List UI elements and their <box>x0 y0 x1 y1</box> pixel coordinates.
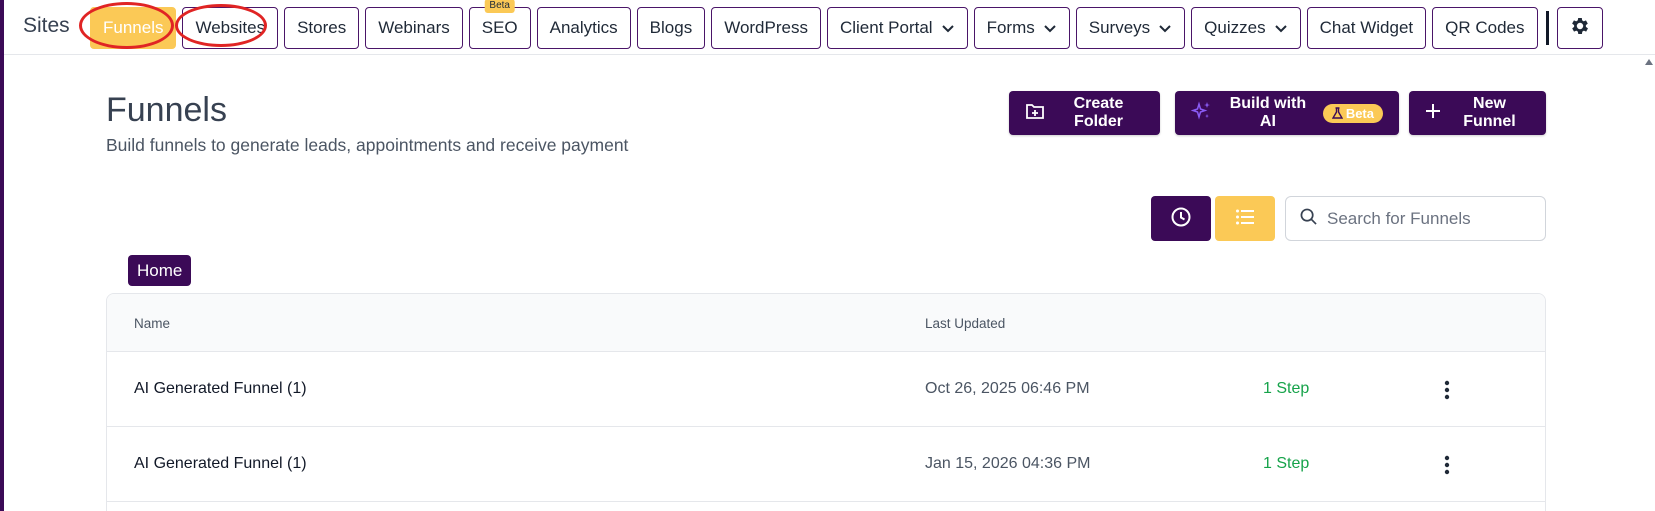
scroll-up-icon[interactable] <box>1645 58 1653 66</box>
list-view-button[interactable] <box>1215 196 1275 241</box>
more-options-button[interactable] <box>1435 451 1459 479</box>
tab-label: WordPress <box>724 18 808 37</box>
tab-websites[interactable]: Websites <box>182 7 279 49</box>
tab-label: Client Portal <box>839 18 933 37</box>
tab-label: Webinars <box>378 18 450 37</box>
sparkles-icon <box>1190 100 1213 127</box>
column-header-last-updated[interactable]: Last Updated <box>925 316 1005 331</box>
tab-label: Funnels <box>103 18 164 37</box>
top-navigation: Sites Funnels Websites Stores Webinars B… <box>4 0 1655 55</box>
tab-blogs[interactable]: Blogs <box>636 7 706 49</box>
tab-label: Websites <box>195 18 266 37</box>
tab-client-portal[interactable]: Client Portal <box>826 7 968 49</box>
tab-quizzes[interactable]: Quizzes <box>1191 7 1301 49</box>
create-folder-label: Create Folder <box>1073 95 1124 130</box>
beta-badge: Beta <box>1322 103 1383 123</box>
tab-surveys[interactable]: Surveys <box>1075 7 1186 49</box>
beta-badge: Beta <box>484 0 515 13</box>
breadcrumb-home[interactable]: Home <box>128 255 192 286</box>
step-count: 1 Step <box>1263 380 1310 397</box>
clock-icon <box>1170 206 1192 231</box>
plus-icon <box>1425 103 1441 124</box>
page-subtitle: Build funnels to generate leads, appoint… <box>106 135 629 155</box>
chevron-down-icon <box>941 21 955 35</box>
kebab-menu-icon <box>1444 455 1450 475</box>
funnel-name[interactable]: AI Generated Funnel (1) <box>134 380 307 398</box>
build-with-ai-label: Build with AI <box>1229 95 1307 130</box>
column-header-name[interactable]: Name <box>134 316 170 331</box>
flask-icon <box>1331 107 1343 119</box>
table-row[interactable]: AI Generated Funnel (1) Jan 15, 2026 04:… <box>107 427 1545 502</box>
tab-analytics[interactable]: Analytics <box>536 7 631 49</box>
chevron-down-icon <box>1274 21 1288 35</box>
tab-label: Surveys <box>1088 18 1151 37</box>
tab-seo[interactable]: Beta SEO <box>468 0 531 49</box>
tab-label: Forms <box>986 18 1035 37</box>
table-row[interactable]: AI Generated Funnel (1) Oct 26, 2025 06:… <box>107 352 1545 427</box>
tab-label: Analytics <box>549 18 618 37</box>
search-input[interactable] <box>1327 208 1527 229</box>
tab-label: Quizzes <box>1204 18 1266 37</box>
step-count: 1 Step <box>1263 455 1310 472</box>
last-updated: Jan 15, 2026 04:36 PM <box>925 455 1091 472</box>
funnels-table: Name Last Updated AI Generated Funnel (1… <box>106 293 1546 511</box>
table-header: Name Last Updated <box>107 294 1545 352</box>
tab-funnels[interactable]: Funnels <box>90 7 177 49</box>
create-folder-button[interactable]: Create Folder <box>1009 91 1160 135</box>
nav-tabs: Funnels Websites Stores Webinars Beta SE… <box>90 0 1603 49</box>
tab-webinars[interactable]: Webinars <box>365 7 463 49</box>
build-with-ai-button[interactable]: Build with AI Beta <box>1175 91 1399 135</box>
kebab-menu-icon <box>1444 380 1450 400</box>
tab-label: Blogs <box>649 18 693 37</box>
tab-label: Chat Widget <box>1319 18 1414 37</box>
settings-button[interactable] <box>1556 7 1603 49</box>
last-updated: Oct 26, 2025 06:46 PM <box>925 380 1090 397</box>
tab-stores[interactable]: Stores <box>284 7 360 49</box>
page-title: Funnels <box>106 91 227 129</box>
tab-forms[interactable]: Forms <box>973 7 1070 49</box>
chevron-down-icon <box>1158 21 1172 35</box>
gear-icon <box>1569 15 1591 42</box>
chevron-down-icon <box>1043 21 1057 35</box>
folder-plus-icon <box>1025 102 1045 125</box>
tab-label: QR Codes <box>1445 18 1525 37</box>
left-rail <box>0 0 4 511</box>
list-icon <box>1235 208 1255 229</box>
recent-view-button[interactable] <box>1151 196 1211 241</box>
nav-divider <box>1545 11 1549 45</box>
tab-wordpress[interactable]: WordPress <box>711 7 821 49</box>
funnel-name[interactable]: AI Generated Funnel (1) <box>134 455 307 473</box>
new-funnel-label: New Funnel <box>1463 95 1516 130</box>
tab-chat-widget[interactable]: Chat Widget <box>1306 7 1427 49</box>
tab-qr-codes[interactable]: QR Codes <box>1432 7 1538 49</box>
brand-label: Sites <box>23 14 70 37</box>
search-icon <box>1300 208 1317 230</box>
more-options-button[interactable] <box>1435 376 1459 404</box>
tab-label: SEO <box>481 18 518 37</box>
beta-label: Beta <box>1345 105 1374 121</box>
tab-label: Stores <box>297 18 347 37</box>
search-box[interactable] <box>1285 196 1546 241</box>
new-funnel-button[interactable]: New Funnel <box>1409 91 1546 135</box>
